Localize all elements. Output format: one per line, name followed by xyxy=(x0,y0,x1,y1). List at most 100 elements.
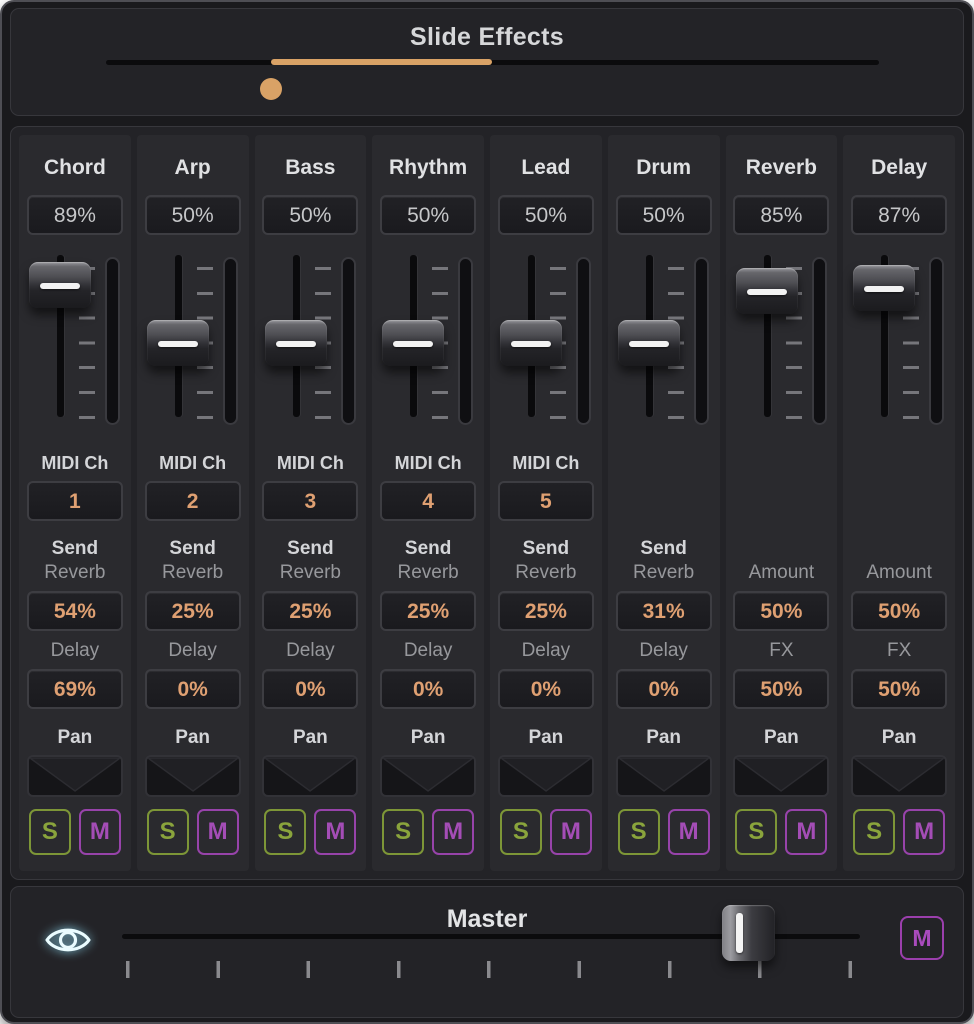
master-panel: Master M xyxy=(10,886,964,1018)
solo-button[interactable]: S xyxy=(147,809,189,855)
send-section-label: Send xyxy=(169,537,215,561)
solo-mute-row: S M xyxy=(382,809,474,855)
channel-strip-arp: Arp 50% MIDI Ch 2 Send Reverb 25% Delay … xyxy=(137,135,249,871)
send2-label: Delay xyxy=(286,639,335,663)
solo-mute-row: S M xyxy=(853,809,945,855)
midi-channel-value[interactable]: 2 xyxy=(145,481,241,521)
mute-button[interactable]: M xyxy=(79,809,121,855)
channel-volume-value[interactable]: 50% xyxy=(498,195,594,235)
fader-cap[interactable] xyxy=(147,320,209,366)
pan-control[interactable] xyxy=(145,755,241,797)
send2-value[interactable]: 50% xyxy=(851,669,947,709)
send1-value[interactable]: 54% xyxy=(27,591,123,631)
send1-value[interactable]: 50% xyxy=(851,591,947,631)
solo-mute-row: S M xyxy=(29,809,121,855)
solo-button[interactable]: S xyxy=(29,809,71,855)
send1-label: Reverb xyxy=(44,561,105,585)
pan-control[interactable] xyxy=(733,755,829,797)
midi-block: MIDI Ch 5 xyxy=(490,425,602,521)
channel-name: Arp xyxy=(175,153,211,183)
midi-block: MIDI Ch 2 xyxy=(137,425,249,521)
fader-cap[interactable] xyxy=(853,265,915,311)
send2-value[interactable]: 0% xyxy=(498,669,594,709)
pan-control[interactable] xyxy=(498,755,594,797)
fader-zone xyxy=(843,247,955,425)
mute-button[interactable]: M xyxy=(903,809,945,855)
send1-value[interactable]: 25% xyxy=(145,591,241,631)
channel-volume-value[interactable]: 89% xyxy=(27,195,123,235)
solo-button[interactable]: S xyxy=(853,809,895,855)
mute-button[interactable]: M xyxy=(197,809,239,855)
slide-effects-slider-thumb[interactable] xyxy=(260,78,282,100)
level-meter xyxy=(223,257,238,425)
channel-volume-value[interactable]: 50% xyxy=(616,195,712,235)
channels-panel: Chord 89% MIDI Ch 1 Send Reverb 54% Dela… xyxy=(10,126,964,880)
send2-value[interactable]: 0% xyxy=(380,669,476,709)
channel-volume-value[interactable]: 50% xyxy=(262,195,358,235)
channel-volume-value[interactable]: 87% xyxy=(851,195,947,235)
channel-strip-delay: Delay 87% Amount 50% FX 50% Pan S M xyxy=(843,135,955,871)
send1-value[interactable]: 25% xyxy=(380,591,476,631)
mute-button[interactable]: M xyxy=(668,809,710,855)
fader-cap[interactable] xyxy=(265,320,327,366)
send1-label: Amount xyxy=(866,561,931,585)
midi-block: MIDI Ch 1 xyxy=(19,425,131,521)
send1-value[interactable]: 25% xyxy=(498,591,594,631)
send2-value[interactable]: 0% xyxy=(145,669,241,709)
send2-label: FX xyxy=(769,639,793,663)
solo-button[interactable]: S xyxy=(735,809,777,855)
master-mute-button[interactable]: M xyxy=(900,916,944,960)
send-section-label: Send xyxy=(523,537,569,561)
master-fader-handle[interactable] xyxy=(722,905,775,961)
send2-value[interactable]: 0% xyxy=(262,669,358,709)
midi-channel-label: MIDI Ch xyxy=(395,449,462,477)
pan-control[interactable] xyxy=(262,755,358,797)
midi-channel-value[interactable]: 5 xyxy=(498,481,594,521)
send-section-label: Send xyxy=(405,537,451,561)
fader-zone xyxy=(490,247,602,425)
fader-cap[interactable] xyxy=(500,320,562,366)
solo-button[interactable]: S xyxy=(264,809,306,855)
level-meter xyxy=(105,257,120,425)
midi-channel-value[interactable]: 1 xyxy=(27,481,123,521)
mute-button[interactable]: M xyxy=(314,809,356,855)
mute-button[interactable]: M xyxy=(785,809,827,855)
fader-zone xyxy=(137,247,249,425)
midi-channel-value[interactable]: 4 xyxy=(380,481,476,521)
solo-mute-row: S M xyxy=(147,809,239,855)
slide-effects-title: Slide Effects xyxy=(11,23,963,52)
channel-volume-value[interactable]: 50% xyxy=(380,195,476,235)
pan-control[interactable] xyxy=(851,755,947,797)
solo-button[interactable]: S xyxy=(618,809,660,855)
mute-button[interactable]: M xyxy=(432,809,474,855)
fader-cap[interactable] xyxy=(618,320,680,366)
pan-control[interactable] xyxy=(380,755,476,797)
mute-button[interactable]: M xyxy=(550,809,592,855)
pan-control[interactable] xyxy=(616,755,712,797)
fader-cap[interactable] xyxy=(29,262,91,308)
slide-effects-slider-track[interactable] xyxy=(106,60,879,65)
pan-control[interactable] xyxy=(27,755,123,797)
send1-label: Reverb xyxy=(398,561,459,585)
send1-value[interactable]: 25% xyxy=(262,591,358,631)
midi-channel-label: MIDI Ch xyxy=(277,449,344,477)
midi-channel-value[interactable]: 3 xyxy=(262,481,358,521)
send2-value[interactable]: 0% xyxy=(616,669,712,709)
send2-value[interactable]: 69% xyxy=(27,669,123,709)
eye-icon[interactable] xyxy=(39,917,97,965)
send1-value[interactable]: 31% xyxy=(616,591,712,631)
level-meter xyxy=(458,257,473,425)
send1-value[interactable]: 50% xyxy=(733,591,829,631)
solo-button[interactable]: S xyxy=(500,809,542,855)
send-section-label: Send xyxy=(52,537,98,561)
solo-button[interactable]: S xyxy=(382,809,424,855)
midi-channel-label: MIDI Ch xyxy=(512,449,579,477)
channel-volume-value[interactable]: 50% xyxy=(145,195,241,235)
channel-volume-value[interactable]: 85% xyxy=(733,195,829,235)
fader-cap[interactable] xyxy=(736,268,798,314)
channel-name: Lead xyxy=(521,153,570,183)
send2-value[interactable]: 50% xyxy=(733,669,829,709)
level-meter xyxy=(929,257,944,425)
send2-label: Delay xyxy=(639,639,688,663)
fader-cap[interactable] xyxy=(382,320,444,366)
